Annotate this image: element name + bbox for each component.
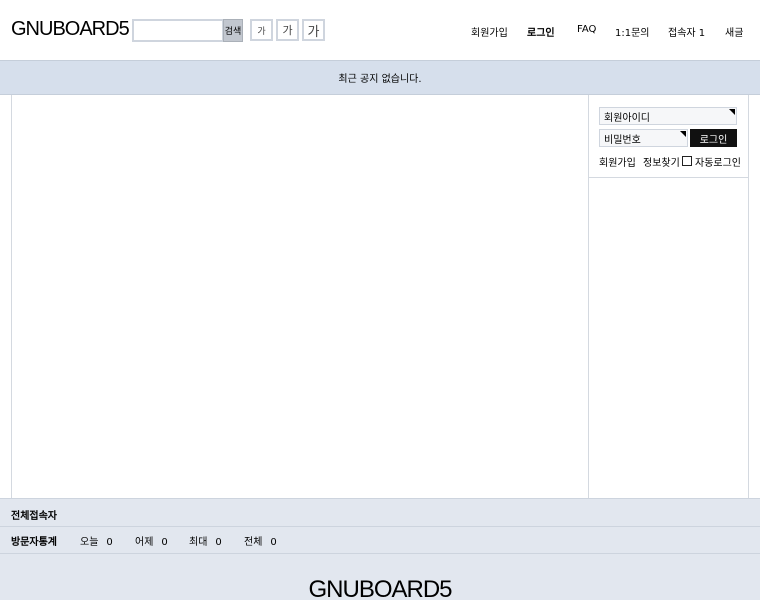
connected-users-label: 전체접속자: [11, 511, 57, 522]
sidebar: 회원아이디 비밀번호 로그인 회원가입 정보찾기 자동로그인: [589, 95, 749, 498]
stat-yesterday: 어제 0: [135, 533, 168, 548]
site-logo[interactable]: GNUBOARD5: [11, 18, 130, 41]
auto-login-label[interactable]: 자동로그인: [695, 154, 741, 169]
nav-login[interactable]: 로그인: [527, 24, 555, 39]
stat-total: 전체 0: [244, 533, 277, 548]
nav-new-posts[interactable]: 새글: [725, 24, 743, 39]
font-size-small-button[interactable]: 가: [250, 19, 273, 41]
stat-today-value: 0: [106, 537, 113, 548]
footer-logo[interactable]: GNUBOARD5: [0, 576, 760, 600]
stat-max: 최대 0: [189, 533, 222, 548]
nav-faq[interactable]: FAQ: [577, 24, 596, 35]
auto-login-checkbox[interactable]: [682, 156, 692, 166]
search-input[interactable]: [132, 19, 224, 42]
stat-total-label: 전체: [244, 537, 263, 548]
password-field[interactable]: 비밀번호: [599, 129, 688, 147]
font-size-large-button[interactable]: 가: [302, 19, 325, 41]
join-link[interactable]: 회원가입: [599, 154, 636, 169]
login-box: 회원아이디 비밀번호 로그인 회원가입 정보찾기 자동로그인: [589, 95, 748, 178]
stat-today-label: 오늘: [80, 537, 99, 548]
font-size-medium-button[interactable]: 가: [276, 19, 299, 41]
visit-stats-label: 방문자통계: [11, 537, 57, 548]
notice-bar: 최근 공지 없습니다.: [0, 60, 760, 95]
password-placeholder: 비밀번호: [604, 134, 641, 146]
nav-qa[interactable]: 1:1문의: [615, 24, 650, 39]
main-content: [11, 95, 589, 498]
member-id-field[interactable]: 회원아이디: [599, 107, 737, 125]
login-submit-button[interactable]: 로그인: [690, 129, 737, 147]
stat-max-value: 0: [215, 537, 222, 548]
member-id-placeholder: 회원아이디: [604, 112, 650, 124]
footer-connected-row: 전체접속자: [0, 498, 760, 526]
stat-max-label: 최대: [189, 537, 208, 548]
nav-connected-users[interactable]: 접속자 1: [668, 24, 705, 39]
stat-total-value: 0: [270, 537, 277, 548]
footer-visit-stats-row: 방문자통계 오늘 0 어제 0 최대 0 전체 0: [0, 526, 760, 553]
site-header: GNUBOARD5 검색 가 가 가 회원가입 로그인 FAQ 1:1문의 접속…: [0, 0, 760, 60]
notice-text[interactable]: 최근 공지 없습니다.: [338, 70, 421, 85]
search-button[interactable]: 검색: [223, 19, 243, 42]
footer-bottom: GNUBOARD5: [0, 553, 760, 600]
find-info-link[interactable]: 정보찾기: [643, 154, 680, 169]
stat-yesterday-label: 어제: [135, 537, 154, 548]
stat-today: 오늘 0: [80, 533, 113, 548]
stat-yesterday-value: 0: [161, 537, 168, 548]
nav-join[interactable]: 회원가입: [471, 24, 508, 39]
